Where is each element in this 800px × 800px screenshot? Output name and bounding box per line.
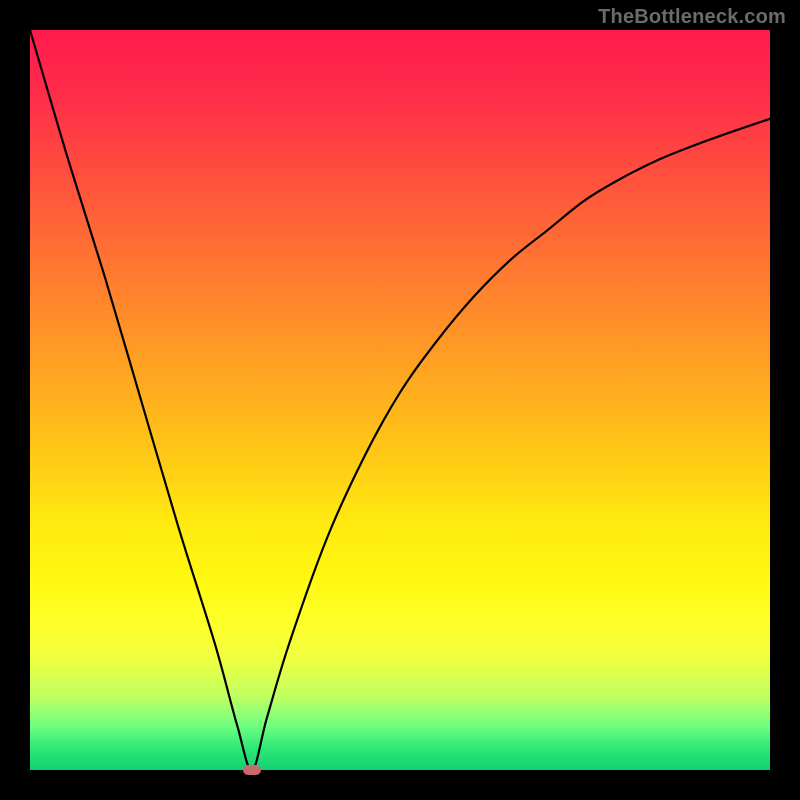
- curve-svg: [30, 30, 770, 770]
- watermark-text: TheBottleneck.com: [598, 6, 786, 29]
- plot-area: [30, 30, 770, 770]
- optimum-marker: [243, 765, 261, 775]
- bottleneck-curve-path: [30, 30, 770, 770]
- chart-container: TheBottleneck.com: [0, 0, 800, 800]
